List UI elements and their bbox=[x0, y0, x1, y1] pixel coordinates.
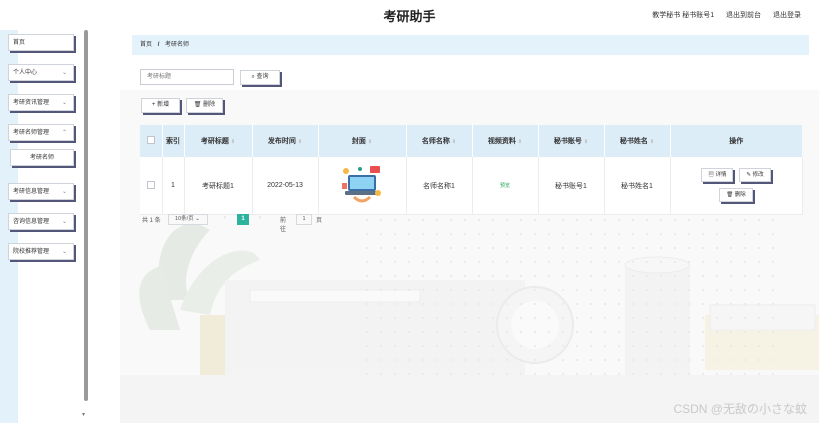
breadcrumb-current: 考研名师 bbox=[165, 42, 190, 48]
sidebar-item-label: 首页 bbox=[13, 40, 26, 46]
sidebar: 首页 个人中心 ⌄ 考研资讯管理 ⌄ 考研名师管理 ⌃ 考研名师 考研信息管理 … bbox=[0, 30, 90, 423]
column-header-teacher[interactable]: 名师名称 ⇕ bbox=[405, 125, 472, 157]
delete-row-button[interactable]: 🗑 删除 bbox=[719, 187, 753, 202]
select-all-header[interactable] bbox=[140, 125, 162, 157]
column-header-actions: 操作 bbox=[669, 125, 802, 157]
sidebar-item-label: 院校推荐管理 bbox=[13, 249, 50, 255]
chevron-down-icon: ⌄ bbox=[61, 70, 67, 76]
breadcrumb: 首页 / 考研名师 bbox=[132, 35, 809, 55]
breadcrumb-separator: / bbox=[157, 42, 160, 48]
sidebar-item-consult-management[interactable]: 咨询信息管理 ⌄ bbox=[8, 213, 74, 230]
chevron-down-icon: ⌄ bbox=[61, 249, 67, 255]
cover-image[interactable] bbox=[340, 162, 384, 207]
top-links: 教学秘书 秘书账号1 退出到前台 退出登录 bbox=[642, 10, 801, 20]
sidebar-item-school-management[interactable]: 院校推荐管理 ⌄ bbox=[8, 243, 74, 260]
sidebar-item-label: 个人中心 bbox=[13, 70, 38, 76]
chevron-down-icon: ⌄ bbox=[61, 219, 67, 225]
cell-teacher: 名师名称1 bbox=[405, 157, 472, 215]
detail-button[interactable]: ▤ 详情 bbox=[701, 167, 734, 182]
cell-index: 1 bbox=[161, 157, 184, 215]
breadcrumb-home[interactable]: 首页 bbox=[140, 42, 152, 48]
user-info[interactable]: 教学秘书 秘书账号1 bbox=[652, 12, 714, 19]
chevron-down-icon: ⌄ bbox=[195, 216, 200, 222]
sort-icon[interactable]: ⇕ bbox=[368, 139, 372, 145]
column-header-name[interactable]: 秘书姓名 ⇕ bbox=[603, 125, 670, 157]
add-button-label: 新增 bbox=[157, 102, 170, 108]
search-button-label: 查询 bbox=[256, 74, 269, 80]
watermark: CSDN @无敌の小さな蚊 bbox=[673, 402, 807, 416]
sort-icon[interactable]: ⇕ bbox=[231, 139, 235, 145]
sidebar-item-info-management[interactable]: 考研信息管理 ⌄ bbox=[8, 183, 74, 200]
row-checkbox[interactable] bbox=[146, 180, 155, 189]
chevron-down-icon: ⌄ bbox=[61, 100, 67, 106]
cell-name: 秘书姓名1 bbox=[603, 157, 670, 215]
sidebar-item-label: 咨询信息管理 bbox=[13, 219, 50, 225]
column-header-cover[interactable]: 封面 ⇕ bbox=[317, 125, 406, 157]
data-table: 索引 考研标题 ⇕ 发布时间 ⇕ 封面 ⇕ 名师名称 ⇕ 视频资料 ⇕ 秘书账号 ⇕ 秘书姓… bbox=[140, 125, 803, 215]
column-header-video[interactable]: 视频资料 ⇕ bbox=[471, 125, 538, 157]
column-header-index: 索引 bbox=[161, 125, 184, 157]
sort-icon[interactable]: ⇕ bbox=[518, 139, 522, 145]
top-bar: 考研助手 教学秘书 秘书账号1 退出到前台 退出登录 bbox=[0, 0, 819, 30]
sort-icon[interactable]: ⇕ bbox=[650, 139, 654, 145]
cell-video: 预览 bbox=[471, 157, 538, 215]
pencil-icon: ✎ bbox=[746, 171, 752, 178]
cell-date: 2022-05-13 bbox=[251, 157, 318, 215]
column-header-account[interactable]: 秘书账号 ⇕ bbox=[537, 125, 604, 157]
column-header-title[interactable]: 考研标题 ⇕ bbox=[183, 125, 252, 157]
search-input[interactable] bbox=[140, 69, 234, 85]
document-icon: ▤ bbox=[708, 171, 714, 178]
sidebar-item-teachers[interactable]: 考研名师 bbox=[10, 149, 74, 166]
edit-button[interactable]: ✎ 修改 bbox=[739, 167, 771, 182]
sidebar-item-label: 考研资讯管理 bbox=[13, 100, 50, 106]
table-header-row: 索引 考研标题 ⇕ 发布时间 ⇕ 封面 ⇕ 名师名称 ⇕ 视频资料 ⇕ 秘书账号 ⇕ 秘书姓… bbox=[140, 125, 802, 157]
trash-icon: 🗑 bbox=[193, 102, 202, 108]
table-row: 1 考研标题1 2022-05-13 名师名称1 预览 秘书账号1 秘书姓名1 … bbox=[140, 157, 803, 215]
search-button[interactable]: ⌕ 查询 bbox=[240, 70, 280, 85]
pagination-total: 共 1 条 bbox=[142, 218, 161, 224]
goto-unit-label: 页 bbox=[316, 218, 323, 224]
select-all-checkbox[interactable] bbox=[146, 136, 155, 144]
cell-title: 考研标题1 bbox=[183, 157, 252, 215]
sort-icon[interactable]: ⇕ bbox=[298, 139, 302, 145]
sidebar-item-teacher-management[interactable]: 考研名师管理 ⌃ bbox=[8, 124, 74, 141]
row-select-cell[interactable] bbox=[140, 157, 162, 215]
sidebar-item-profile[interactable]: 个人中心 ⌄ bbox=[8, 64, 74, 81]
sidebar-item-label: 考研名师 bbox=[29, 155, 54, 161]
chevron-down-icon: ⌄ bbox=[61, 189, 67, 195]
goto-page-input[interactable]: 1 bbox=[296, 214, 312, 225]
cell-cover bbox=[317, 157, 406, 215]
add-button[interactable]: + 新增 bbox=[141, 98, 180, 113]
sidebar-scrollbar[interactable] bbox=[84, 30, 88, 401]
search-icon: ⌕ bbox=[251, 74, 255, 80]
back-to-frontend-link[interactable]: 退出到前台 bbox=[726, 12, 761, 19]
column-header-date[interactable]: 发布时间 ⇕ bbox=[251, 125, 318, 157]
page-number-current[interactable]: 1 bbox=[237, 214, 249, 225]
plus-icon: + bbox=[151, 102, 156, 108]
logout-link[interactable]: 退出登录 bbox=[773, 12, 801, 19]
chevron-up-icon: ⌃ bbox=[61, 130, 67, 136]
sort-icon[interactable]: ⇕ bbox=[452, 139, 456, 145]
sidebar-item-label: 考研名师管理 bbox=[13, 130, 50, 136]
sidebar-item-home[interactable]: 首页 bbox=[8, 34, 74, 51]
sort-icon[interactable]: ⇕ bbox=[584, 139, 588, 145]
sidebar-item-news-management[interactable]: 考研资讯管理 ⌄ bbox=[8, 94, 74, 111]
cell-account: 秘书账号1 bbox=[537, 157, 604, 215]
prev-page-icon[interactable]: ‹ bbox=[224, 215, 226, 221]
delete-button-label: 删除 bbox=[203, 102, 216, 108]
next-page-icon[interactable]: › bbox=[259, 215, 261, 221]
scroll-down-arrow-icon[interactable]: ▾ bbox=[82, 411, 85, 418]
page-size-select[interactable]: 10条/页 ⌄ bbox=[168, 214, 208, 225]
sidebar-item-label: 考研信息管理 bbox=[13, 189, 50, 195]
trash-icon: 🗑 bbox=[726, 191, 734, 198]
batch-delete-button[interactable]: 🗑 删除 bbox=[186, 98, 223, 113]
goto-label: 前往 bbox=[280, 218, 287, 233]
video-preview-link[interactable]: 预览 bbox=[500, 183, 510, 189]
pagination: 共 1 条 10条/页 ⌄ ‹ 1 › 前往 1 页 bbox=[142, 214, 322, 233]
cell-actions: ▤ 详情 ✎ 修改 🗑 删除 bbox=[669, 157, 803, 215]
